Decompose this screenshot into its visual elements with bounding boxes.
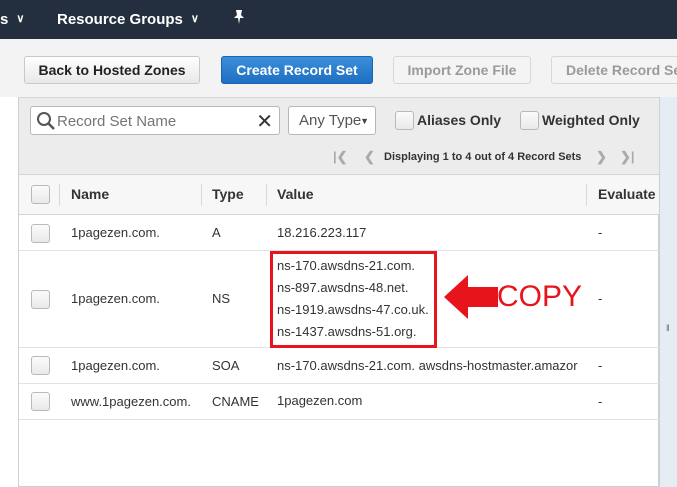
column-header-type[interactable]: Type	[212, 186, 244, 202]
row-checkbox[interactable]	[31, 392, 50, 411]
filter-bar: ✕ Any Type ▼ Aliases Only Weighted Only …	[19, 97, 660, 175]
record-set-name-input[interactable]	[57, 110, 252, 132]
record-values: 1pagezen.com	[277, 390, 362, 412]
record-name: www.1pagezen.com.	[71, 394, 191, 409]
resource-groups-menu[interactable]: Resource Groups ∨	[57, 11, 199, 28]
previous-page-icon[interactable]: ❮	[364, 149, 375, 165]
table-row[interactable]: 1pagezen.com. A 18.216.223.117 -	[19, 215, 660, 251]
search-box[interactable]: ✕	[30, 106, 280, 135]
record-name: 1pagezen.com.	[71, 358, 160, 373]
first-page-icon[interactable]: |❮	[333, 149, 348, 165]
record-type: SOA	[212, 358, 240, 373]
row-checkbox[interactable]	[31, 356, 50, 375]
next-page-icon[interactable]: ❯	[596, 149, 607, 165]
services-menu[interactable]: s ∨	[0, 11, 24, 28]
record-values: 18.216.223.117	[277, 222, 366, 244]
record-values: ns-170.awsdns-21.com. awsdns-hostmaster.…	[277, 355, 582, 377]
record-value: ns-170.awsdns-21.com. awsdns-hostmaster.…	[277, 358, 578, 373]
search-icon	[36, 111, 56, 131]
record-evaluate: -	[598, 225, 603, 240]
record-name: 1pagezen.com.	[71, 225, 160, 240]
column-header-value[interactable]: Value	[277, 186, 314, 202]
create-record-set-button[interactable]: Create Record Set	[221, 56, 373, 84]
record-evaluate: -	[598, 394, 603, 409]
select-all-checkbox[interactable]	[31, 185, 50, 204]
column-divider	[586, 184, 587, 206]
pin-icon[interactable]	[232, 9, 246, 29]
back-to-hosted-zones-button[interactable]: Back to Hosted Zones	[24, 56, 200, 84]
delete-record-set-button[interactable]: Delete Record Se	[551, 56, 677, 84]
record-type: CNAME	[212, 394, 259, 409]
type-select[interactable]: Any Type ▼	[288, 106, 376, 135]
left-arrow-icon	[442, 273, 502, 321]
top-navigation-bar: s ∨ Resource Groups ∨	[0, 0, 677, 39]
dropdown-arrow-icon: ▼	[360, 116, 369, 126]
column-header-evaluate[interactable]: Evaluate	[598, 186, 656, 202]
aliases-only-label: Aliases Only	[417, 112, 502, 128]
record-evaluate: -	[598, 358, 603, 373]
table-row[interactable]: www.1pagezen.com. CNAME 1pagezen.com -	[19, 384, 660, 420]
row-checkbox[interactable]	[31, 290, 50, 309]
chevron-down-icon: ∨	[16, 13, 25, 25]
services-menu-label: s	[0, 11, 9, 28]
column-divider	[266, 184, 267, 206]
chevron-down-icon: ∨	[190, 13, 199, 25]
resource-groups-label: Resource Groups	[57, 11, 183, 28]
weighted-only-checkbox[interactable]	[520, 111, 539, 130]
last-page-icon[interactable]: ❯|	[620, 149, 635, 165]
resize-grip-icon[interactable]: ‖	[666, 323, 670, 333]
column-header-name[interactable]: Name	[71, 186, 109, 202]
clear-icon[interactable]: ✕	[256, 109, 273, 134]
record-value: 1pagezen.com	[277, 393, 363, 408]
pager-text: Displaying 1 to 4 out of 4 Record Sets	[384, 151, 582, 163]
column-divider	[201, 184, 202, 206]
type-select-value: Any Type	[299, 112, 362, 129]
highlight-box	[270, 251, 437, 348]
aliases-only-checkbox[interactable]	[395, 111, 414, 130]
record-type: A	[212, 225, 221, 240]
table-header: Name Type Value Evaluate	[19, 175, 660, 215]
record-value: 18.216.223.117	[277, 225, 367, 240]
record-sets-panel: ✕ Any Type ▼ Aliases Only Weighted Only …	[18, 97, 660, 487]
column-divider	[59, 184, 60, 206]
record-name: 1pagezen.com.	[71, 291, 160, 306]
import-zone-file-button[interactable]: Import Zone File	[393, 56, 531, 84]
copy-annotation: COPY	[497, 280, 583, 313]
weighted-only-label: Weighted Only	[542, 112, 640, 128]
action-toolbar: Back to Hosted Zones Create Record Set I…	[0, 39, 677, 97]
row-checkbox[interactable]	[31, 224, 50, 243]
record-type: NS	[212, 291, 231, 306]
table-row[interactable]: 1pagezen.com. SOA ns-170.awsdns-21.com. …	[19, 348, 660, 384]
side-panel-divider[interactable]: ‖	[659, 97, 677, 487]
record-evaluate: -	[598, 291, 603, 306]
